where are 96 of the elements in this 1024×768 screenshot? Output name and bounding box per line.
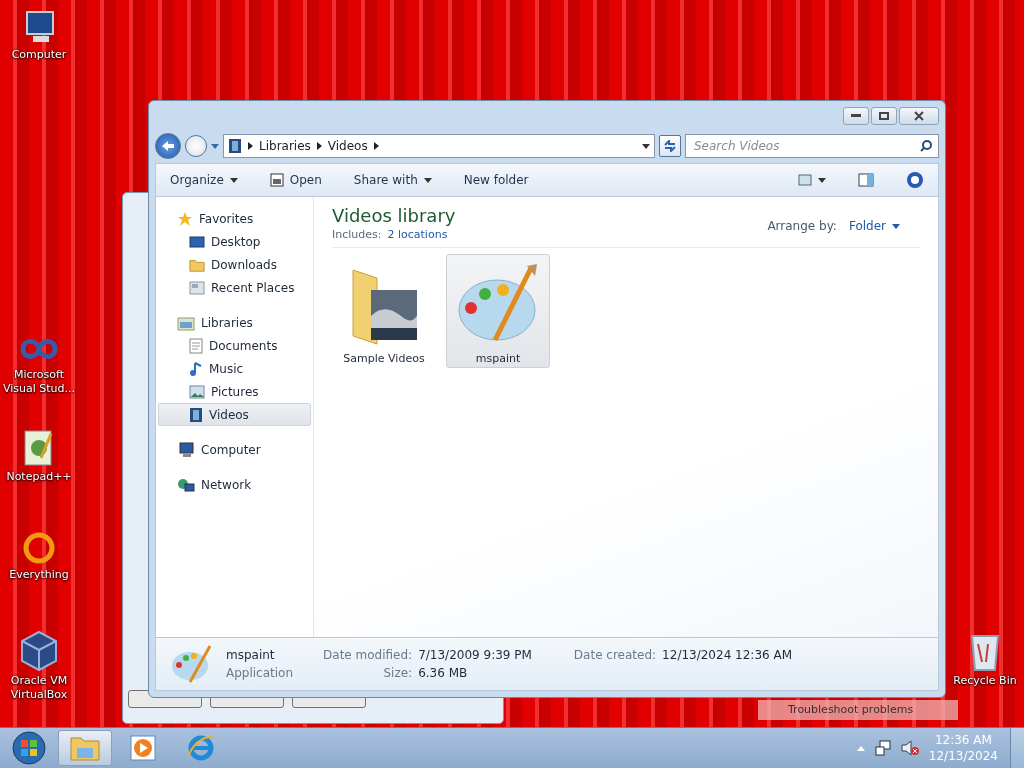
library-icon (177, 314, 195, 331)
desktop-shortcut[interactable]: Recycle Bin (946, 630, 1024, 688)
close-icon (914, 111, 924, 121)
document-icon (189, 337, 203, 354)
back-button[interactable] (155, 133, 181, 159)
details-value: 6.36 MB (418, 666, 469, 680)
nav-item[interactable]: Documents (158, 334, 311, 357)
desktop-shortcut[interactable]: Microsoft Visual Stud... (0, 332, 78, 396)
view-icon (798, 174, 812, 186)
star-icon (177, 210, 193, 227)
nav-item[interactable]: Videos (158, 403, 311, 426)
restore-icon (879, 112, 889, 120)
minimize-button[interactable] (843, 107, 869, 125)
details-value: 7/13/2009 9:39 PM (418, 648, 532, 662)
search-field[interactable]: Search Videos (685, 134, 939, 158)
shortcut-label: Everything (9, 568, 69, 582)
details-label: Date modified: (323, 648, 413, 662)
folder-icon (69, 734, 101, 762)
file-item[interactable]: Sample Videos (332, 254, 436, 368)
file-name: mspaint (475, 352, 521, 365)
nav-item[interactable]: Computer (158, 438, 311, 461)
shortcut-label: Microsoft Visual Stud... (1, 368, 77, 396)
nav-item[interactable]: Desktop (158, 230, 311, 253)
toolbar-button[interactable]: Organize (166, 171, 242, 189)
nav-item[interactable]: Downloads (158, 253, 311, 276)
music-note-icon (189, 360, 203, 377)
dropdown-caret-icon (423, 177, 432, 183)
muted-speaker-icon[interactable] (900, 740, 919, 756)
time-text: 12:36 AM (934, 732, 992, 748)
close-button[interactable] (899, 107, 939, 125)
arrange-dropdown[interactable]: Folder (848, 219, 900, 233)
file-item[interactable]: mspaint (446, 254, 550, 368)
arrange-label: Arrange by: (767, 219, 837, 233)
history-caret-icon (211, 143, 219, 149)
breadcrumb-arrow-icon (316, 142, 322, 150)
breadcrumb[interactable]: Videos (327, 139, 368, 153)
forward-button[interactable] (185, 135, 207, 157)
shortcut-label: Computer (11, 48, 67, 62)
open-window-icon (269, 173, 284, 187)
address-caret-icon (642, 143, 650, 149)
shortcut-label: Notepad++ (6, 470, 72, 484)
toolbar-button[interactable]: New folder (459, 171, 533, 189)
nav-item[interactable]: Favorites (158, 207, 311, 230)
shortcut-label: Recycle Bin (953, 674, 1017, 688)
tooltip: Troubleshoot problems (758, 700, 958, 720)
includes-label: Includes: (332, 228, 382, 241)
restore-button[interactable] (871, 107, 897, 125)
recent-places-icon (189, 280, 205, 295)
shortcut-label: Oracle VM VirtualBox (9, 674, 69, 702)
globe-e-icon (186, 733, 216, 763)
minimize-icon (851, 114, 861, 118)
pane-icon (858, 173, 874, 187)
toolbar-button[interactable]: Open (265, 171, 326, 189)
desktop-shortcut[interactable]: Oracle VM VirtualBox (0, 630, 78, 702)
play-icon (130, 735, 156, 761)
film-icon (228, 138, 242, 154)
desktop-shortcut[interactable]: Notepad++ (0, 428, 78, 484)
cube-icon (19, 630, 59, 672)
refresh-icon (663, 140, 677, 152)
nav-item[interactable]: Pictures (158, 380, 311, 403)
desktop-icon (189, 234, 205, 249)
back-arrow-icon (161, 140, 175, 152)
address-bar[interactable]: Libraries Videos (223, 134, 655, 158)
paint-palette-icon (170, 644, 214, 684)
toolbar-button[interactable]: Share with (349, 171, 436, 189)
dropdown-caret-icon (229, 177, 238, 183)
refresh-button[interactable] (659, 135, 681, 157)
computer-icon (177, 441, 195, 458)
nav-item[interactable]: Network (158, 473, 311, 496)
nav-item[interactable]: Recent Places (158, 276, 311, 299)
desktop-shortcut[interactable]: Computer (0, 10, 78, 62)
nav-item[interactable]: Libraries (158, 311, 311, 334)
start-orb-icon (12, 731, 46, 765)
details-label: Size: (382, 666, 413, 680)
details-file-name: mspaint (226, 648, 276, 662)
dropdown-caret-icon (818, 177, 826, 183)
date-text: 12/13/2024 (928, 748, 998, 764)
details-value: 12/13/2024 12:36 AM (662, 648, 793, 662)
ring-icon (21, 530, 57, 566)
file-name: Sample Videos (343, 352, 425, 365)
network-icon[interactable] (874, 740, 891, 756)
breadcrumb-arrow-icon (248, 142, 253, 150)
details-file-type: Application (226, 666, 294, 680)
desktop-shortcut[interactable]: Everything (0, 530, 78, 582)
network-icon (177, 476, 195, 493)
dropdown-caret-icon (892, 223, 900, 229)
breadcrumb-arrow-icon (373, 142, 379, 150)
details-label: Date created: (573, 648, 657, 662)
locations-link[interactable]: 2 locations (387, 228, 448, 241)
film-icon (189, 406, 203, 423)
folder-icon (349, 266, 419, 348)
breadcrumb[interactable]: Libraries (259, 139, 311, 153)
nav-item[interactable]: Music (158, 357, 311, 380)
pictures-icon (189, 384, 205, 399)
library-title: Videos library (332, 205, 456, 226)
search-icon (920, 140, 932, 152)
